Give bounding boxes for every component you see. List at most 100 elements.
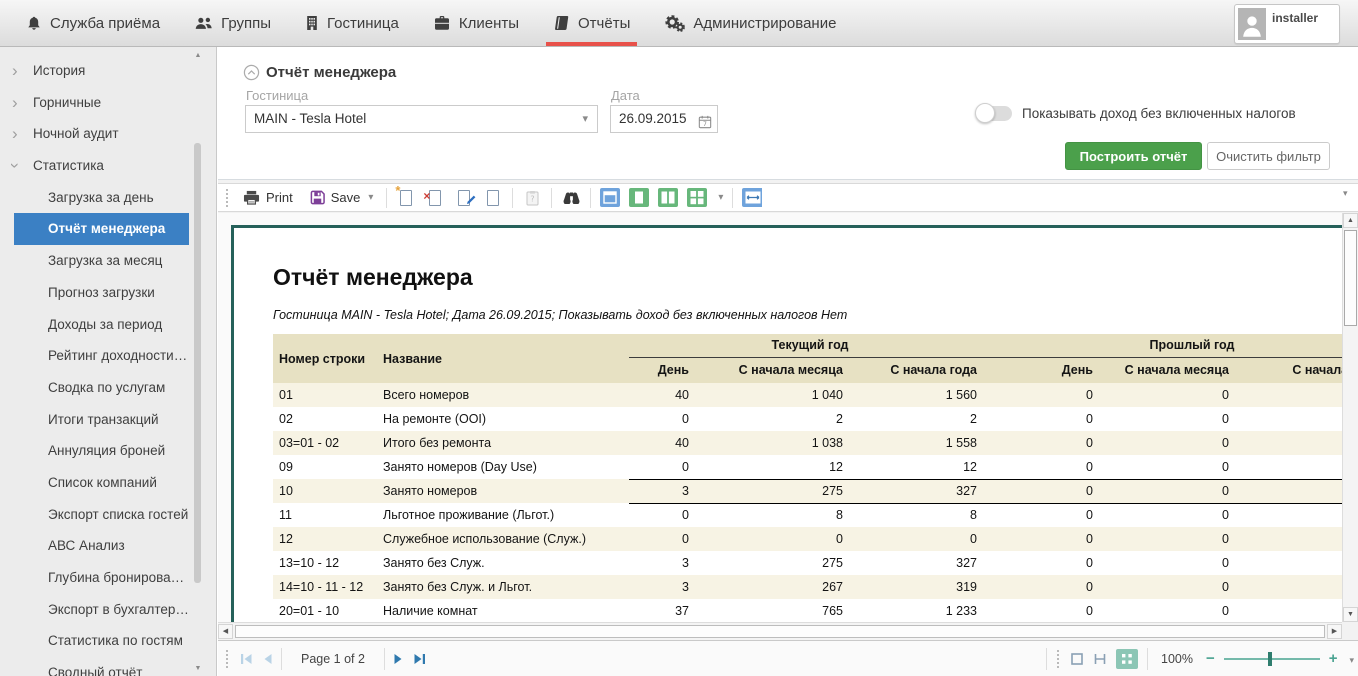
sidebar-item-partial-item[interactable]: Сводный отчёт	[14, 657, 189, 676]
nav-item-groups[interactable]: Группы	[194, 0, 271, 46]
save-button[interactable]: Save ▾	[306, 188, 378, 207]
sidebar-item-load-forecast[interactable]: Прогноз загрузки	[14, 277, 189, 309]
zoombar-drag-handle[interactable]	[1056, 649, 1061, 669]
date-input[interactable]: 26.09.2015 7	[610, 105, 718, 133]
scroll-right-icon[interactable]: ▶	[1327, 624, 1342, 639]
scroll-down-icon[interactable]: ▾	[1349, 655, 1354, 666]
view-single-page-icon[interactable]	[629, 188, 649, 208]
pagination: Page 1 of 2	[225, 641, 427, 676]
sidebar-item-transaction-totals[interactable]: Итоги транзакций	[14, 404, 189, 436]
zoom-slider-handle[interactable]	[1268, 652, 1272, 666]
statusbar-separator	[384, 648, 385, 670]
value-cell: 8	[703, 503, 857, 527]
value-cell: 0	[629, 503, 703, 527]
calendar-icon[interactable]: 7	[698, 112, 712, 138]
first-page-button[interactable]	[239, 653, 253, 665]
view-full-page-icon[interactable]	[600, 188, 620, 208]
page-width-icon[interactable]	[742, 188, 762, 208]
chevron-down-icon[interactable]: ▾	[718, 192, 723, 203]
sidebar-item-company-list[interactable]: Список компаний	[14, 467, 189, 499]
toolbar-overflow-caret[interactable]: ▾	[1343, 188, 1348, 199]
nav-item-reports[interactable]: Отчёты	[553, 0, 630, 46]
row-number-cell: 13=10 - 12	[273, 551, 377, 575]
value-cell: 275	[703, 479, 857, 503]
sidebar-item-profitability-rating[interactable]: Рейтинг доходности з...	[14, 340, 189, 372]
row-number-cell: 10	[273, 479, 377, 503]
horizontal-scrollbar[interactable]: ◀ ▶	[218, 622, 1342, 640]
fit-width-icon[interactable]	[1093, 652, 1107, 666]
sidebar-item-statistics[interactable]: ›Статистика	[0, 150, 216, 182]
sidebar-item-daily-load[interactable]: Загрузка за день	[14, 182, 189, 214]
toggle-knob[interactable]	[975, 103, 995, 123]
sidebar-scrollbar[interactable]: ▲ ▼	[193, 51, 203, 674]
sidebar-item-history[interactable]: ›История	[0, 55, 216, 87]
scroll-down-icon[interactable]: ▼	[193, 664, 203, 674]
sidebar-item-monthly-load[interactable]: Загрузка за месяц	[14, 245, 189, 277]
nav-item-reception[interactable]: Служба приёма	[26, 0, 160, 46]
value-cell: 8	[857, 503, 991, 527]
view-multiple-pages-icon[interactable]	[687, 188, 707, 208]
sidebar-item-period-income[interactable]: Доходы за период	[14, 309, 189, 341]
zoom-in-button[interactable]: +	[1329, 650, 1338, 667]
sidebar-item-booking-depth[interactable]: Глубина бронирован...	[14, 562, 189, 594]
find-icon[interactable]	[561, 188, 581, 208]
sidebar-item-night-audit[interactable]: ›Ночной аудит	[0, 118, 216, 150]
chevron-down-icon[interactable]: ▾	[368, 192, 373, 203]
new-page-icon[interactable]: *	[396, 188, 416, 208]
zoom-out-button[interactable]: −	[1206, 650, 1215, 667]
nav-item-clients[interactable]: Клиенты	[433, 0, 519, 46]
row-name-cell: Всего номеров	[377, 383, 629, 407]
value-cell: 1 233	[857, 599, 991, 622]
table-row: 03=01 - 02Итого без ремонта401 0381 5580…	[273, 431, 1342, 455]
value-cell: 37	[629, 599, 703, 622]
nav-item-administration[interactable]: Администрирование	[664, 0, 836, 46]
next-page-button[interactable]	[394, 653, 404, 665]
print-button[interactable]: Print	[239, 188, 297, 208]
user-badge[interactable]: installer	[1234, 4, 1340, 44]
vertical-scrollbar-thumb[interactable]	[1344, 230, 1357, 326]
view-two-pages-icon[interactable]	[658, 188, 678, 208]
sidebar-item-guest-list-export[interactable]: Экспорт списка гостей	[14, 499, 189, 531]
previous-page-button[interactable]	[262, 653, 272, 665]
page-setup-icon[interactable]	[483, 188, 503, 208]
sidebar-scrollbar-thumb[interactable]	[194, 143, 201, 583]
toolbar-drag-handle[interactable]	[225, 188, 230, 208]
sidebar-item-services-summary[interactable]: Сводка по услугам	[14, 372, 189, 404]
sidebar-item-abc-analysis[interactable]: АВС Анализ	[14, 530, 189, 562]
scroll-up-icon[interactable]: ▲	[193, 51, 203, 61]
sidebar-item-guest-statistics[interactable]: Статистика по гостям	[14, 625, 189, 657]
horizontal-scrollbar-thumb[interactable]	[235, 625, 1325, 638]
multiple-pages-view-icon[interactable]	[1116, 649, 1138, 669]
tax-toggle[interactable]	[977, 106, 1012, 121]
fit-page-icon[interactable]	[1070, 652, 1084, 666]
nav-item-label: Гостиница	[327, 15, 399, 32]
hotel-select[interactable]: MAIN - Tesla Hotel ▾	[245, 105, 598, 133]
scroll-up-icon[interactable]: ▲	[1343, 213, 1358, 228]
sidebar-item-label: Доходы за период	[48, 317, 162, 332]
value-cell: 0	[991, 455, 1107, 479]
filter-panel: Отчёт менеджера Гостиница MAIN - Tesla H…	[218, 47, 1358, 180]
scroll-left-icon[interactable]: ◀	[218, 624, 233, 639]
last-page-button[interactable]	[413, 653, 427, 665]
app-window: Служба приёмаГруппыГостиницаКлиентыОтчёт…	[0, 0, 1358, 676]
delete-page-icon[interactable]: ×	[425, 188, 445, 208]
sidebar-item-housekeeping[interactable]: ›Горничные	[0, 87, 216, 119]
statusbar-drag-handle[interactable]	[225, 649, 230, 669]
top-navigation: Служба приёма Группы Гостиница Клиенты Отчёт…	[0, 0, 1358, 47]
scroll-down-icon[interactable]: ▼	[1343, 607, 1358, 622]
build-report-button[interactable]: Построить отчёт	[1065, 142, 1202, 170]
clear-filter-button[interactable]: Очистить фильтр	[1207, 142, 1330, 170]
edit-page-icon[interactable]	[454, 188, 474, 208]
value-cell: 0	[1107, 575, 1243, 599]
statusbar-separator	[281, 648, 282, 670]
zoom-slider[interactable]	[1224, 658, 1320, 660]
table-row: 11Льготное проживание (Льгот.)08800	[273, 503, 1342, 527]
nav-item-hotel[interactable]: Гостиница	[305, 0, 399, 46]
building-icon	[305, 15, 319, 31]
nav-items: Служба приёма Группы Гостиница Клиенты Отчёт…	[26, 0, 836, 46]
collapse-panel-icon[interactable]	[243, 64, 260, 81]
sidebar-item-manager-report[interactable]: Отчёт менеджера	[14, 213, 189, 245]
vertical-scrollbar[interactable]: ▲ ▼	[1342, 213, 1358, 622]
sidebar-item-accounting-export[interactable]: Экспорт в бухгалтерию	[14, 594, 189, 626]
sidebar-item-booking-cancellations[interactable]: Аннуляция броней	[14, 435, 189, 467]
